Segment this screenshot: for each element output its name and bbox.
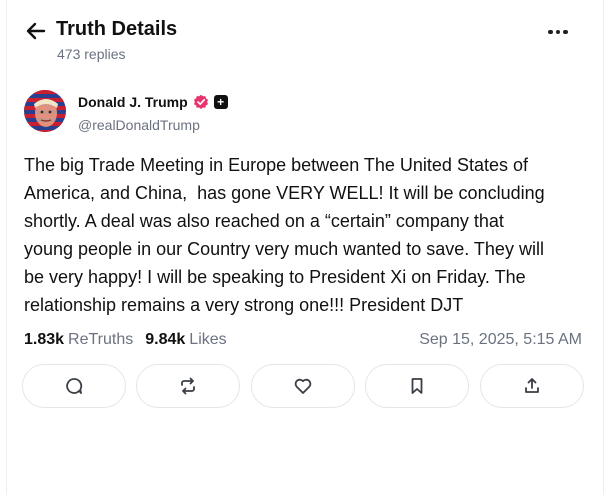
- page-title: Truth Details: [56, 18, 178, 40]
- heart-icon: [294, 378, 312, 394]
- likes-stat[interactable]: 9.84k Likes: [145, 331, 226, 349]
- bookmark-button[interactable]: [365, 364, 469, 408]
- likes-count: 9.84k: [145, 331, 186, 348]
- comment-icon: [66, 378, 83, 394]
- reply-button[interactable]: [22, 364, 126, 408]
- retruths-count: 1.83k: [24, 331, 65, 348]
- author-handle[interactable]: @realDonaldTrump: [78, 117, 200, 133]
- like-button[interactable]: [251, 364, 355, 408]
- share-icon: [525, 378, 539, 393]
- post-detail-card: Truth Details 473 replies Donald J. Trum…: [6, 0, 604, 495]
- arrow-left-icon: [26, 22, 46, 40]
- replies-count: 473 replies: [57, 46, 126, 62]
- post-timestamp: Sep 15, 2025, 5:15 AM: [419, 331, 582, 348]
- author-name-row[interactable]: Donald J. Trump +: [78, 94, 228, 110]
- post-stats: 1.83k ReTruths 9.84k Likes Sep 15, 2025,…: [24, 330, 582, 350]
- retruths-label: ReTruths: [68, 331, 134, 348]
- share-button[interactable]: [480, 364, 584, 408]
- verified-badge-icon: [193, 94, 208, 109]
- page-header: Truth Details 473 replies: [7, 0, 603, 80]
- post-text: The big Trade Meeting in Europe between …: [24, 155, 545, 315]
- repost-icon: [181, 377, 195, 395]
- back-button[interactable]: [24, 20, 48, 42]
- avatar[interactable]: [24, 90, 66, 132]
- more-horizontal-icon: [548, 29, 553, 35]
- action-bar: [22, 364, 584, 408]
- plus-badge: +: [213, 95, 228, 109]
- likes-label: Likes: [189, 331, 227, 348]
- avatar-image: [24, 90, 66, 132]
- retruths-stat[interactable]: 1.83k ReTruths: [24, 331, 133, 349]
- retruth-button[interactable]: [136, 364, 240, 408]
- more-options-button[interactable]: [545, 25, 571, 39]
- bookmark-icon: [411, 378, 423, 394]
- author-name: Donald J. Trump: [78, 94, 188, 110]
